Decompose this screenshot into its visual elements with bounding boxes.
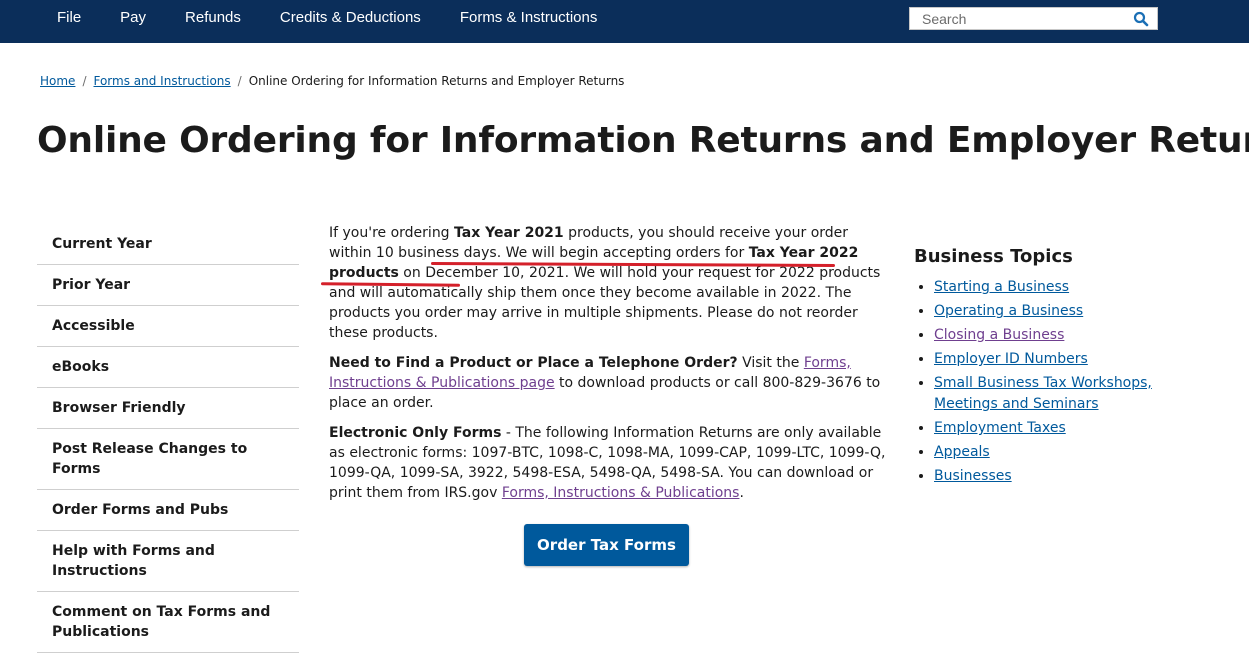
business-topics-heading: Business Topics — [914, 246, 1073, 267]
topic-employment-taxes[interactable]: Employment Taxes — [934, 420, 1066, 436]
business-topics-panel: Business Topics Starting a Business Oper… — [914, 246, 1214, 490]
forms-publications-link[interactable]: Forms, Instructions & Publications — [502, 485, 740, 501]
sidebar-nav: Current Year Prior Year Accessible eBook… — [37, 224, 299, 653]
nav-file[interactable]: File — [57, 9, 81, 26]
topic-closing-business[interactable]: Closing a Business — [934, 327, 1064, 343]
main-nav: File Pay Refunds Credits & Deductions Fo… — [57, 0, 636, 35]
text: If you're ordering — [329, 225, 455, 241]
electronic-forms-heading: Electronic Only Forms — [329, 425, 502, 441]
sidebar-item-accessible[interactable]: Accessible — [37, 306, 299, 347]
topic-businesses[interactable]: Businesses — [934, 468, 1012, 484]
list-item: Closing a Business — [934, 325, 1214, 346]
breadcrumb-separator: / — [237, 74, 242, 88]
page-title: Online Ordering for Information Returns … — [37, 120, 1249, 161]
topic-operating-business[interactable]: Operating a Business — [934, 303, 1083, 319]
highlighted-text: We will begin accepting orders for — [505, 245, 749, 261]
nav-credits-deductions[interactable]: Credits & Deductions — [280, 9, 421, 26]
electronic-forms-paragraph: Electronic Only Forms - The following In… — [329, 423, 889, 503]
list-item: Employment Taxes — [934, 418, 1214, 439]
text: . — [739, 485, 744, 501]
search-box — [909, 7, 1158, 30]
breadcrumb-home[interactable]: Home — [40, 74, 75, 88]
list-item: Businesses — [934, 466, 1214, 487]
sidebar-item-post-release-changes[interactable]: Post Release Changes to Forms — [37, 429, 299, 490]
list-item: Employer ID Numbers — [934, 349, 1214, 370]
sidebar-item-browser-friendly[interactable]: Browser Friendly — [37, 388, 299, 429]
sidebar-item-comment-forms[interactable]: Comment on Tax Forms and Publications — [37, 592, 299, 653]
telephone-order-heading: Need to Find a Product or Place a Teleph… — [329, 355, 738, 371]
tax-year-2021: Tax Year 2021 — [454, 225, 564, 241]
topic-starting-business[interactable]: Starting a Business — [934, 279, 1069, 295]
sidebar-item-order-forms[interactable]: Order Forms and Pubs — [37, 490, 299, 531]
sidebar-item-ebooks[interactable]: eBooks — [37, 347, 299, 388]
nav-forms-instructions[interactable]: Forms & Instructions — [460, 9, 598, 26]
list-item: Small Business Tax Workshops, Meetings a… — [934, 373, 1214, 415]
breadcrumb-separator: / — [82, 74, 87, 88]
top-nav-bar: File Pay Refunds Credits & Deductions Fo… — [0, 0, 1249, 43]
topic-small-business-workshops[interactable]: Small Business Tax Workshops, Meetings a… — [934, 375, 1152, 412]
telephone-order-paragraph: Need to Find a Product or Place a Teleph… — [329, 353, 889, 413]
search-input[interactable] — [910, 8, 1132, 29]
list-item: Starting a Business — [934, 277, 1214, 298]
sidebar-item-current-year[interactable]: Current Year — [37, 224, 299, 265]
list-item: Operating a Business — [934, 301, 1214, 322]
breadcrumb-current: Online Ordering for Information Returns … — [248, 74, 625, 88]
text: Visit the — [737, 355, 804, 371]
highlighted-date: on December 10, 2021 — [398, 265, 565, 281]
topic-appeals[interactable]: Appeals — [934, 444, 990, 460]
nav-refunds[interactable]: Refunds — [185, 9, 241, 26]
search-icon[interactable] — [1133, 11, 1149, 27]
breadcrumb-forms-instructions[interactable]: Forms and Instructions — [93, 74, 230, 88]
nav-pay[interactable]: Pay — [120, 9, 146, 26]
order-tax-forms-button[interactable]: Order Tax Forms — [524, 524, 689, 566]
business-topics-list: Starting a Business Operating a Business… — [914, 277, 1214, 487]
sidebar-item-prior-year[interactable]: Prior Year — [37, 265, 299, 306]
breadcrumb: Home / Forms and Instructions / Online Order… — [40, 74, 624, 88]
topic-employer-id-numbers[interactable]: Employer ID Numbers — [934, 351, 1088, 367]
sidebar-item-help-forms[interactable]: Help with Forms and Instructions — [37, 531, 299, 592]
list-item: Appeals — [934, 442, 1214, 463]
